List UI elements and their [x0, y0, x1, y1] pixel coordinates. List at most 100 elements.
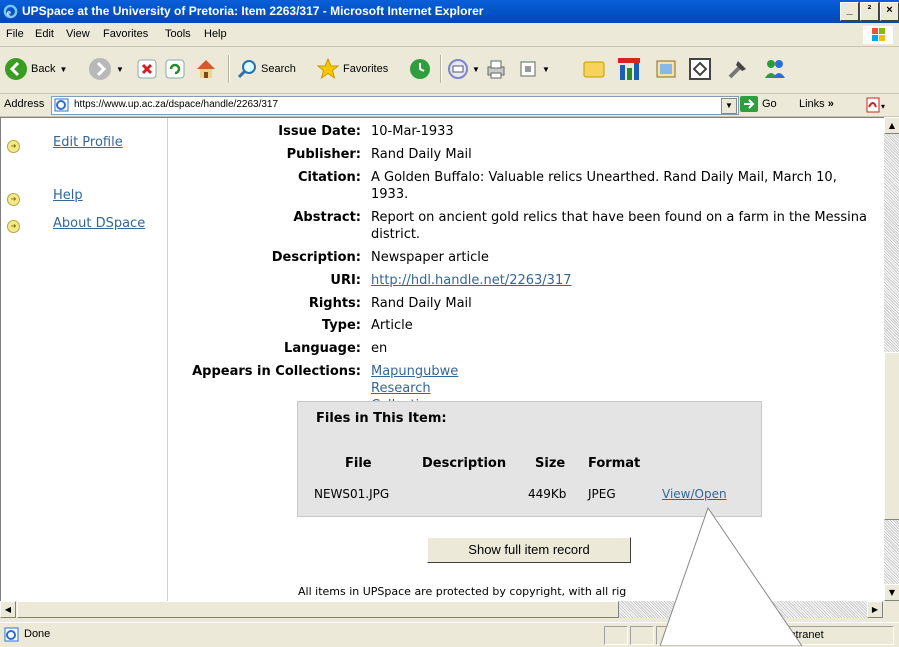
status-bar: Done intranet	[0, 622, 899, 647]
search-icon	[237, 60, 256, 79]
pdf-icon[interactable]: ▾	[866, 97, 886, 113]
meta-label: Abstract:	[293, 210, 361, 225]
go-button[interactable]: Go	[740, 96, 777, 112]
meta-value: Rand Daily Mail	[371, 296, 472, 311]
meta-label: Language:	[284, 341, 361, 356]
meta-value: en	[371, 341, 388, 356]
scroll-up-icon[interactable]: ▲	[884, 117, 899, 134]
bullet-arrow-icon: ➜	[7, 193, 20, 206]
menu-help[interactable]: Help	[204, 28, 227, 40]
chart-button[interactable]	[616, 53, 642, 85]
col-header-file: File	[345, 456, 372, 471]
tools-icon	[728, 61, 746, 79]
messenger-button[interactable]	[762, 53, 788, 85]
menu-tools[interactable]: Tools	[165, 28, 191, 40]
menu-view[interactable]: View	[66, 28, 90, 40]
minimize-button[interactable]: _	[840, 2, 859, 21]
meta-value: A Golden Buffalo: Valuable relics Uneart…	[371, 170, 837, 202]
address-label: Address	[4, 98, 45, 110]
scroll-right-icon[interactable]: ▶	[867, 601, 883, 618]
edit-button[interactable]: ▼	[518, 53, 550, 85]
horizontal-scroll-thumb[interactable]	[17, 601, 619, 618]
address-dropdown-icon[interactable]: ▼	[721, 98, 737, 114]
horizontal-scrollbar[interactable]: ◀ ▶	[0, 601, 884, 618]
bullet-arrow-icon: ➜	[7, 140, 20, 153]
zone-panel: intranet	[682, 626, 894, 645]
links-button[interactable]: Links »	[799, 98, 834, 110]
meta-label: Citation:	[297, 170, 361, 185]
sidebar-item-edit-profile[interactable]: Edit Profile	[53, 135, 123, 150]
menu-favorites[interactable]: Favorites	[103, 28, 148, 40]
meta-value: 10-Mar-1933	[371, 124, 454, 139]
file-format: JPEG	[588, 487, 616, 501]
print-button[interactable]	[484, 53, 508, 85]
favorites-star-icon	[316, 57, 340, 80]
menu-file[interactable]: File	[6, 28, 24, 40]
vertical-scrollbar[interactable]: ▲ ▼	[884, 117, 899, 601]
page-content: ➜ Edit Profile ➜ Help ➜ About DSpace Iss…	[0, 117, 884, 601]
status-panel	[656, 626, 680, 645]
back-arrow-icon	[5, 58, 27, 80]
refresh-icon	[165, 59, 185, 79]
favorites-label: Favorites	[343, 63, 389, 75]
browser-window: e UPSpace at the University of Pretoria:…	[0, 0, 899, 647]
col-header-description: Description	[422, 456, 507, 471]
mail-button[interactable]: ▼	[446, 53, 480, 85]
meta-label: URI:	[330, 273, 361, 288]
search-label: Search	[261, 63, 296, 75]
sidebar-item-help[interactable]: Help	[53, 188, 83, 203]
meta-label: Publisher:	[286, 147, 361, 162]
scroll-left-icon[interactable]: ◀	[0, 601, 16, 618]
vertical-scroll-thumb[interactable]	[884, 352, 899, 520]
files-panel: Files in This Item: File Description Siz…	[297, 401, 762, 517]
show-full-record-button[interactable]: Show full item record	[427, 537, 631, 563]
bar-chart-icon	[618, 58, 640, 80]
meta-value: Report on ancient gold relics that have …	[371, 210, 867, 242]
print-icon	[487, 60, 505, 79]
title-bar: e UPSpace at the University of Pretoria:…	[0, 0, 899, 23]
close-button[interactable]: ×	[880, 2, 899, 21]
back-dropdown-icon[interactable]: ▼	[59, 65, 67, 74]
windows-logo-icon	[863, 26, 893, 44]
forward-dropdown-icon[interactable]: ▼	[116, 65, 124, 74]
svg-text:▾: ▾	[881, 102, 885, 111]
file-name: NEWS01.JPG	[314, 487, 390, 501]
gallery-button[interactable]	[654, 53, 678, 85]
window-title: UPSpace at the University of Pretoria: I…	[22, 4, 484, 18]
address-input[interactable]: https://www.up.ac.za/dspace/handle/2263/…	[51, 96, 739, 115]
copyright-footer: All items in UPSpace are protected by co…	[298, 585, 627, 598]
svg-text:e: e	[7, 8, 11, 18]
meta-label: Rights:	[308, 296, 361, 311]
favorites-button[interactable]: Favorites	[316, 53, 388, 85]
folder-button[interactable]	[582, 53, 606, 85]
uri-link[interactable]: http://hdl.handle.net/2263/317	[371, 272, 572, 289]
sidebar: ➜ Edit Profile ➜ Help ➜ About DSpace	[1, 118, 168, 601]
forward-button[interactable]: ▼	[88, 53, 124, 85]
tools-button[interactable]	[726, 53, 750, 85]
meta-value: Newspaper article	[371, 250, 489, 265]
home-button[interactable]	[194, 53, 218, 85]
sidebar-item-about-dspace[interactable]: About DSpace	[53, 216, 145, 231]
edit-dropdown-icon[interactable]: ▼	[542, 65, 550, 74]
refresh-button[interactable]	[164, 53, 186, 85]
back-label: Back	[31, 63, 56, 75]
search-button[interactable]: Search	[236, 53, 296, 85]
history-icon	[410, 59, 430, 79]
back-button[interactable]: Back ▼	[4, 53, 67, 85]
frame-button[interactable]	[688, 53, 712, 85]
menu-edit[interactable]: Edit	[35, 28, 54, 40]
forward-arrow-icon	[89, 58, 111, 80]
diamond-frame-icon	[689, 58, 711, 80]
mail-dropdown-icon[interactable]: ▼	[472, 65, 480, 74]
maximize-button[interactable]: ²	[860, 2, 879, 21]
view-open-link[interactable]: View/Open	[662, 487, 727, 501]
stop-icon	[137, 59, 157, 79]
stop-button[interactable]	[136, 53, 158, 85]
file-size: 449Kb	[528, 487, 567, 501]
scroll-down-icon[interactable]: ▼	[884, 584, 899, 601]
meta-value: Article	[371, 318, 413, 333]
history-button[interactable]	[408, 53, 432, 85]
bullet-arrow-icon: ➜	[7, 220, 20, 233]
meta-label: Type:	[321, 318, 361, 333]
go-arrow-icon	[740, 96, 758, 112]
